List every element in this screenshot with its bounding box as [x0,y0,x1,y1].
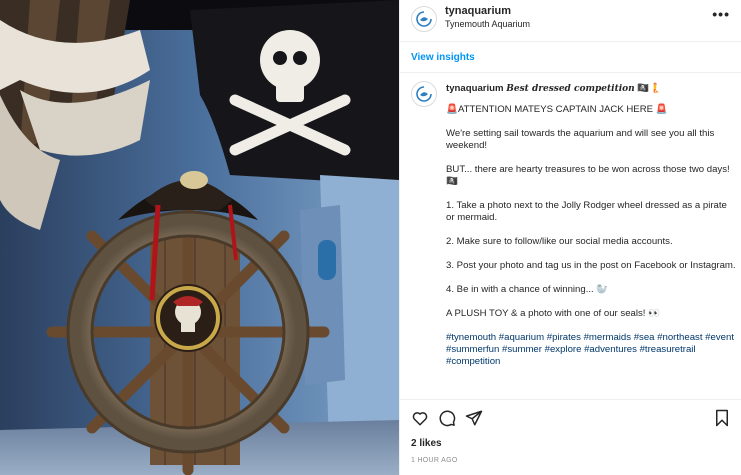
view-insights-link[interactable]: View insights [411,52,475,63]
post-timestamp[interactable]: 1 HOUR AGO [411,457,458,464]
pirate-ship-wheel-photo [0,0,399,475]
likes-count[interactable]: 2 likes [411,438,442,449]
avatar-logo-icon [416,86,432,102]
caption-hashtags[interactable]: #tynemouth #aquarium #pirates #mermaids … [446,332,736,368]
caption-text: tynaquarium Best dressed competition 🏴‍☠… [446,83,736,380]
caption-paragraph: We're setting sail towards the aquarium … [446,128,715,151]
comment-icon[interactable] [438,409,456,432]
caption-paragraph: 1. Take a photo next to the Jolly Rodger… [446,200,727,223]
share-icon[interactable] [465,409,483,432]
caption-paragraph: A PLUSH TOY & a photo with one of our se… [446,308,661,319]
post-location[interactable]: Tynemouth Aquarium [445,19,530,29]
post-actions: 2 likes 1 HOUR AGO [400,399,741,475]
caption-title-emoji: 🏴‍☠️🧜 [634,83,662,94]
heart-icon[interactable] [411,409,429,432]
post-details-panel: tynaquarium Tynemouth Aquarium ••• View … [399,0,741,475]
caption-section: tynaquarium Best dressed competition 🏴‍☠… [400,73,741,399]
caption-paragraph: BUT... there are hearty treasures to be … [446,164,730,187]
post-header: tynaquarium Tynemouth Aquarium ••• [400,0,741,42]
caption-paragraph: 3. Post your photo and tag us in the pos… [446,260,736,271]
caption-paragraph: 4. Be in with a chance of winning... 🦭 [446,284,609,295]
more-options-icon[interactable]: ••• [712,7,730,21]
caption-paragraph: 2. Make sure to follow/like our social m… [446,236,673,247]
post-photo[interactable] [0,0,399,475]
profile-avatar[interactable] [411,6,437,32]
post-username[interactable]: tynaquarium [445,5,511,17]
caption-attention: 🚨ATTENTION MATEYS CAPTAIN JACK HERE 🚨 [446,104,668,115]
avatar-logo-icon [416,11,432,27]
caption-username[interactable]: tynaquarium [446,83,504,94]
caption-title: Best dressed competition [506,84,635,94]
caption-avatar[interactable] [411,81,437,107]
bookmark-icon[interactable] [713,409,731,432]
